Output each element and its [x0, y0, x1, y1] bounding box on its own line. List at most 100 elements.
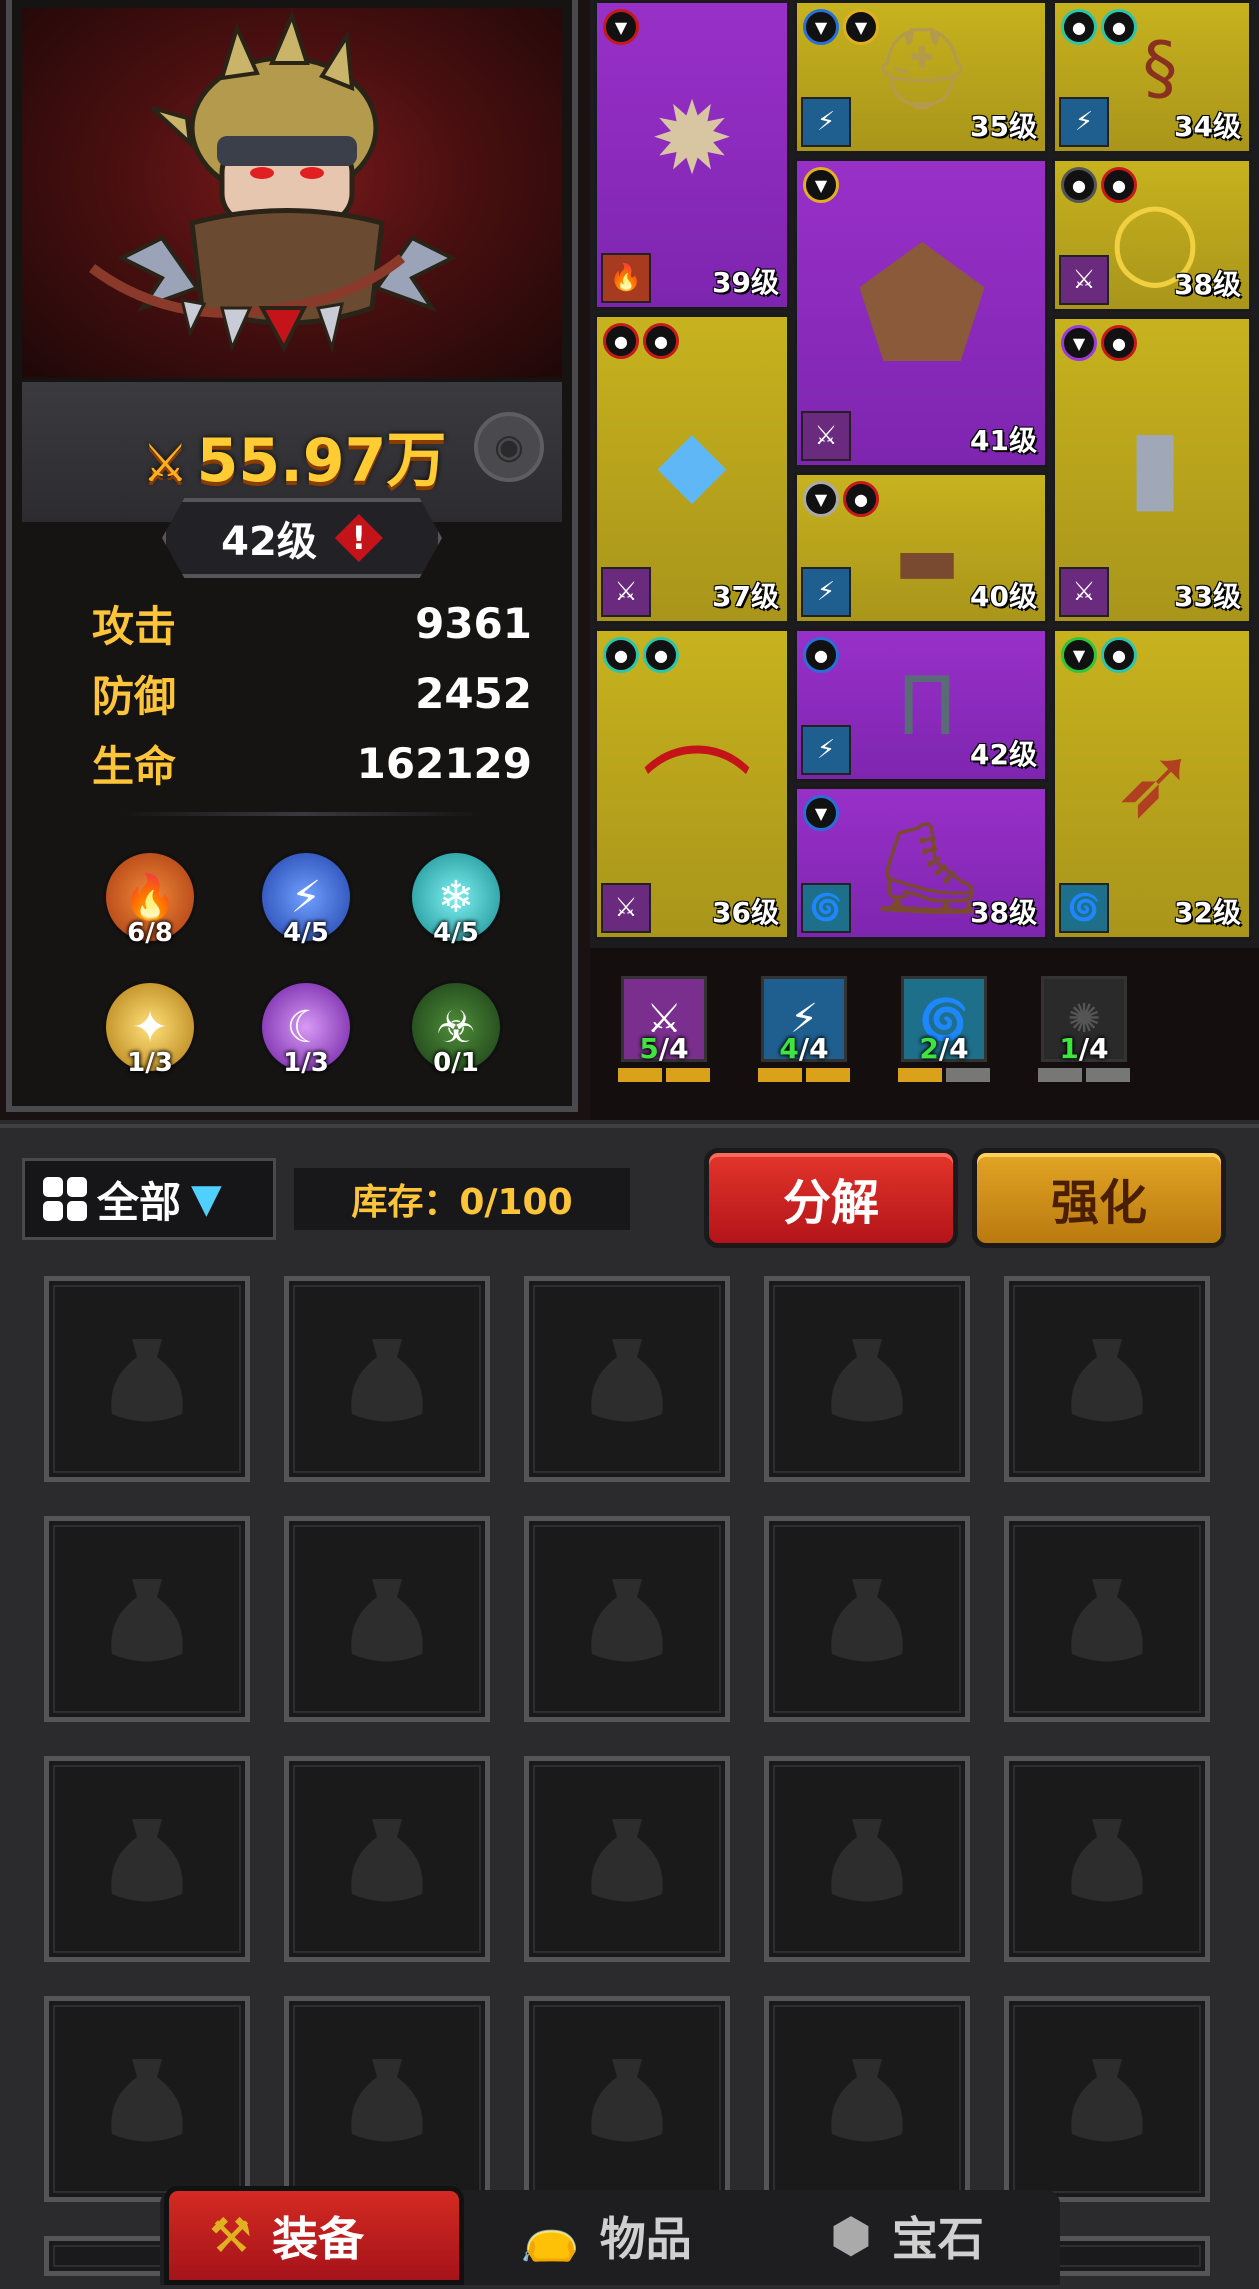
equip-slot-ring[interactable]: ● ● ◯ ⚔ 38级 — [1052, 158, 1252, 312]
inventory-slot[interactable] — [44, 1756, 250, 1962]
hammer-icon: ⚒ — [209, 2207, 253, 2264]
set-count-have: 1 — [1059, 1032, 1079, 1065]
stat-row-defense: 防御 2452 — [92, 658, 532, 728]
chevron-down-icon: ▼ — [191, 1176, 222, 1222]
equip-slot-boots[interactable]: ▼ ⛸ 🌀 38级 — [794, 786, 1048, 940]
inventory-slot[interactable] — [44, 1516, 250, 1722]
decompose-button[interactable]: 分解 — [704, 1148, 958, 1248]
bag-icon: 👝 — [520, 2208, 580, 2264]
inventory-slot[interactable] — [284, 1756, 490, 1962]
equip-level: 36级 — [712, 896, 779, 929]
set-bonus-lightning[interactable]: ⚡ 4/4 — [756, 976, 852, 1096]
set-bonus-blades[interactable]: ⚔ 5/4 — [616, 976, 712, 1096]
stat-label: 防御 — [92, 671, 177, 721]
blades-set-icon: ⚔ — [601, 883, 651, 933]
blades-set-icon: ⚔ — [1059, 567, 1109, 617]
tab-equipment[interactable]: ⚒ 装备 — [164, 2186, 464, 2285]
inventory-slot[interactable] — [764, 1516, 970, 1722]
gem-socket-icon: ▼ — [803, 795, 839, 831]
tab-items[interactable]: 👝 物品 — [520, 2186, 692, 2285]
combat-power-value: 55.97万 — [196, 426, 447, 496]
equip-slot-cloak[interactable]: ● ● § ⚡ 34级 — [1052, 0, 1252, 154]
gem-socket-icon: ▼ — [803, 9, 839, 45]
hero-illustration — [89, 10, 457, 354]
equip-slot-weapon[interactable]: ● ● ⌒ ⚔ 36级 — [594, 628, 790, 940]
inventory-slot[interactable] — [1004, 1756, 1210, 1962]
character-portrait[interactable] — [22, 8, 562, 378]
inventory-slot[interactable] — [524, 1996, 730, 2202]
set-progress — [756, 1068, 852, 1082]
enhance-button[interactable]: 强化 — [972, 1148, 1226, 1248]
stat-row-attack: 攻击 9361 — [92, 588, 532, 658]
equip-slot-quiver[interactable]: ▼ ● ➶ 🌀 32级 — [1052, 628, 1252, 940]
eye-icon[interactable]: ◉ — [474, 412, 544, 482]
bag-placeholder-icon — [1071, 1339, 1143, 1422]
tab-gems[interactable]: ⬢ 宝石 — [830, 2186, 984, 2285]
tab-label: 宝石 — [891, 2211, 984, 2266]
inventory-slot[interactable] — [44, 1276, 250, 1482]
set-progress — [616, 1068, 712, 1082]
element-lightning[interactable]: ⚡ 4/5 — [258, 850, 354, 960]
element-fire[interactable]: 🔥 6/8 — [102, 850, 198, 960]
set-count-total: /4 — [1078, 1032, 1109, 1065]
inventory-slot[interactable] — [1004, 1996, 1210, 2202]
equipment-grid: ▼ ✹ 🔥 39级 ● ● ◆ ⚔ 37级 ● ● ⌒ ⚔ 36级 ▼ ▼ ⛑ ⚡ 3… — [590, 0, 1259, 948]
storage-counter: 库存：0/100 — [294, 1168, 630, 1230]
equip-slot-necklace[interactable]: ▼ ✹ 🔥 39级 — [594, 0, 790, 310]
crystal-gauntlet-icon: ◆ — [657, 409, 727, 515]
gem-socket-icon: ● — [643, 637, 679, 673]
stats-list: 攻击 9361 防御 2452 生命 162129 — [92, 588, 532, 798]
stat-value: 9361 — [415, 598, 532, 648]
bag-placeholder-icon — [1071, 2059, 1143, 2142]
feather-quiver-icon: ➶ — [1113, 722, 1197, 840]
bag-placeholder-icon — [831, 1819, 903, 1902]
inventory-slot[interactable] — [44, 1996, 250, 2202]
bag-placeholder-icon — [111, 1819, 183, 1902]
inventory-slot[interactable] — [524, 1756, 730, 1962]
inventory-slot[interactable] — [284, 1276, 490, 1482]
gem-socket-icon: ● — [1101, 325, 1137, 361]
set-bonus-tentacle[interactable]: ✺ 1/4 — [1036, 976, 1132, 1096]
gem-icon: ⬢ — [830, 2207, 872, 2264]
equip-level: 38级 — [1174, 268, 1241, 301]
tab-label: 装备 — [272, 2211, 365, 2266]
vortex-set-icon: 🌀 — [801, 883, 851, 933]
element-arcane[interactable]: ☾ 1/3 — [258, 980, 354, 1090]
set-progress — [896, 1068, 992, 1082]
inventory-slot[interactable] — [764, 1996, 970, 2202]
gem-socket-icon: ● — [803, 637, 839, 673]
inventory-slot[interactable] — [764, 1276, 970, 1482]
bracer-icon: ▮ — [1127, 405, 1183, 523]
equip-slot-pants[interactable]: ● Π ⚡ 42级 — [794, 628, 1048, 782]
inventory-slot[interactable] — [524, 1516, 730, 1722]
lightning-set-icon: ⚡ — [801, 97, 851, 147]
equip-slot-gloves[interactable]: ● ● ◆ ⚔ 37级 — [594, 314, 790, 624]
alert-icon[interactable]: ! — [334, 514, 383, 562]
bag-placeholder-icon — [831, 2059, 903, 2142]
equip-slot-helmet[interactable]: ▼ ▼ ⛑ ⚡ 35级 — [794, 0, 1048, 154]
set-count-have: 5 — [639, 1032, 659, 1065]
element-poison[interactable]: ☣ 0/1 — [408, 980, 504, 1090]
set-count: 2/4 — [896, 1032, 992, 1065]
lightning-set-icon: ⚡ — [801, 725, 851, 775]
inventory-slot[interactable] — [284, 1516, 490, 1722]
element-ice[interactable]: ❄ 4/5 — [408, 850, 504, 960]
inventory-slot[interactable] — [764, 1756, 970, 1962]
bag-placeholder-icon — [591, 1819, 663, 1902]
inventory-slot[interactable] — [1004, 1276, 1210, 1482]
element-light[interactable]: ✦ 1/3 — [102, 980, 198, 1090]
equip-slot-bracer[interactable]: ▼ ● ▮ ⚔ 33级 — [1052, 316, 1252, 624]
equip-level: 35级 — [970, 110, 1037, 143]
filter-dropdown[interactable]: 全部 ▼ — [22, 1158, 276, 1240]
equip-slot-belt[interactable]: ▼ ● ▬ ⚡ 40级 — [794, 472, 1048, 624]
crossed-swords-icon: ⚔ — [142, 434, 189, 494]
bone-bow-icon: ⌒ — [642, 737, 752, 865]
equip-slot-armor[interactable]: ▼ ⬟ ⚔ 41级 — [794, 158, 1048, 468]
inventory-slot[interactable] — [1004, 1516, 1210, 1722]
inventory-slot[interactable] — [284, 1996, 490, 2202]
equip-level: 42级 — [970, 738, 1037, 771]
set-bonus-vortex[interactable]: 🌀 2/4 — [896, 976, 992, 1096]
gem-socket-icon: ● — [603, 637, 639, 673]
inventory-slot[interactable] — [524, 1276, 730, 1482]
stat-label: 攻击 — [92, 601, 177, 651]
